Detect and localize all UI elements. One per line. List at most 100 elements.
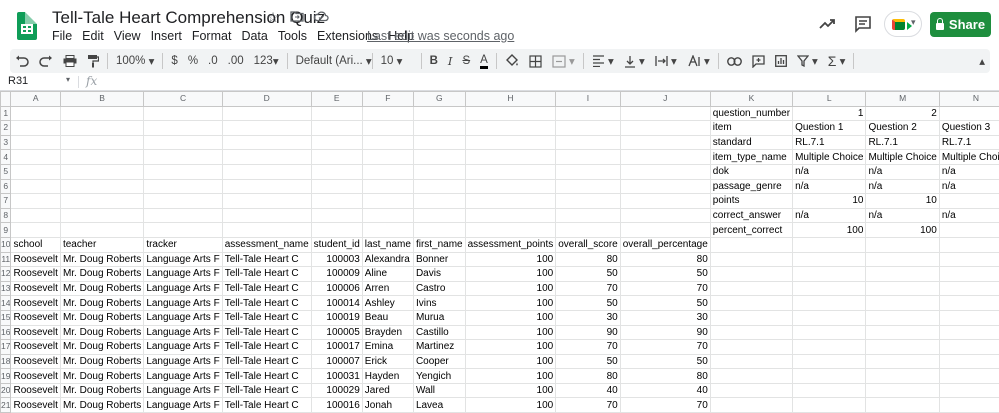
cell-f20[interactable]: Jared <box>361 382 414 399</box>
cell-h6[interactable] <box>464 178 557 195</box>
currency-format-button[interactable]: $ <box>166 49 182 73</box>
cell-e7[interactable] <box>310 193 363 209</box>
column-header-f[interactable]: F <box>361 91 414 107</box>
cell-j19[interactable]: 80 <box>619 368 711 384</box>
cell-a16[interactable]: Roosevelt <box>10 324 61 341</box>
row-header[interactable]: 4 <box>0 149 12 165</box>
cell-n6[interactable]: n/a <box>938 178 999 195</box>
cell-i4[interactable] <box>555 149 621 165</box>
cell-k11[interactable] <box>709 251 794 268</box>
cell-h11[interactable]: 100 <box>464 251 557 268</box>
cell-f14[interactable]: Ashley <box>361 295 414 311</box>
cell-g3[interactable] <box>412 134 466 151</box>
sheets-logo-icon[interactable] <box>17 12 37 40</box>
cell-h20[interactable]: 100 <box>464 382 557 399</box>
percent-format-button[interactable]: % <box>183 49 203 73</box>
insert-chart-icon[interactable] <box>770 49 792 73</box>
row-header[interactable]: 21 <box>0 397 12 413</box>
cell-i19[interactable]: 80 <box>555 368 621 384</box>
cell-e8[interactable] <box>310 207 363 224</box>
cell-g8[interactable] <box>412 207 466 224</box>
cell-h8[interactable] <box>464 207 557 224</box>
column-header-j[interactable]: J <box>619 91 711 107</box>
cell-m1[interactable]: 2 <box>865 105 940 122</box>
cell-d19[interactable]: Tell-Tale Heart C <box>221 368 312 384</box>
merge-cells-icon[interactable]: ▾ <box>547 49 580 73</box>
cell-c9[interactable] <box>143 222 223 238</box>
cell-f21[interactable]: Jonah <box>361 397 414 413</box>
row-header[interactable]: 9 <box>0 222 12 238</box>
cell-f15[interactable]: Beau <box>361 309 414 326</box>
cell-e17[interactable]: 100017 <box>310 339 363 355</box>
cell-j9[interactable] <box>619 222 711 238</box>
cell-g2[interactable] <box>412 120 466 136</box>
cell-h9[interactable] <box>464 222 557 238</box>
share-button[interactable]: Share <box>930 12 991 37</box>
cell-j12[interactable]: 50 <box>619 266 711 282</box>
cell-k3[interactable]: standard <box>709 134 794 151</box>
column-header-i[interactable]: I <box>555 91 621 107</box>
cell-b20[interactable]: Mr. Doug Roberts <box>59 382 145 399</box>
cell-e14[interactable]: 100014 <box>310 295 363 311</box>
cell-i2[interactable] <box>555 120 621 136</box>
cell-h21[interactable]: 100 <box>464 397 557 413</box>
menu-view[interactable]: View <box>114 29 141 43</box>
cell-b16[interactable]: Mr. Doug Roberts <box>59 324 145 341</box>
star-icon[interactable]: ☆ <box>264 9 282 26</box>
cell-k8[interactable]: correct_answer <box>709 207 794 224</box>
cell-g4[interactable] <box>412 149 466 165</box>
cell-a4[interactable] <box>10 149 61 165</box>
cell-c19[interactable]: Language Arts F <box>143 368 223 384</box>
cell-b9[interactable] <box>59 222 145 238</box>
cell-a14[interactable]: Roosevelt <box>10 295 61 311</box>
cell-k10[interactable] <box>709 236 794 253</box>
cell-m10[interactable] <box>865 236 940 253</box>
cell-a11[interactable]: Roosevelt <box>10 251 61 268</box>
cell-i21[interactable]: 70 <box>555 397 621 413</box>
meet-button[interactable]: ▾ <box>884 11 922 37</box>
cell-i14[interactable]: 50 <box>555 295 621 311</box>
cell-e15[interactable]: 100019 <box>310 309 363 326</box>
cell-h14[interactable]: 100 <box>464 295 557 311</box>
cell-i3[interactable] <box>555 134 621 151</box>
font-select[interactable]: Default (Ari... ▾ <box>291 49 372 73</box>
cell-k21[interactable] <box>709 397 794 413</box>
cell-a8[interactable] <box>10 207 61 224</box>
text-rotation-icon[interactable]: ▾ <box>682 49 715 73</box>
cell-c20[interactable]: Language Arts F <box>143 382 223 399</box>
cell-j7[interactable] <box>619 193 711 209</box>
cell-c6[interactable] <box>143 178 223 195</box>
bold-button[interactable]: B <box>425 49 443 73</box>
cell-f7[interactable] <box>361 193 414 209</box>
cell-m9[interactable]: 100 <box>865 222 940 238</box>
cell-d15[interactable]: Tell-Tale Heart C <box>221 309 312 326</box>
cell-a15[interactable]: Roosevelt <box>10 309 61 326</box>
cell-m7[interactable]: 10 <box>865 193 940 209</box>
cell-k2[interactable]: item <box>709 120 794 136</box>
cell-c14[interactable]: Language Arts F <box>143 295 223 311</box>
cell-j17[interactable]: 70 <box>619 339 711 355</box>
cell-g20[interactable]: Wall <box>412 382 466 399</box>
column-header-l[interactable]: L <box>792 91 867 107</box>
cell-k18[interactable] <box>709 353 794 370</box>
spreadsheet-grid[interactable]: ABCDEFGHIJKLMN 1 question_number 1 2 2 item Qu… <box>0 91 999 413</box>
cell-j15[interactable]: 30 <box>619 309 711 326</box>
cell-l4[interactable]: Multiple Choice <box>792 149 867 165</box>
cell-i8[interactable] <box>555 207 621 224</box>
cell-f3[interactable] <box>361 134 414 151</box>
cell-a12[interactable]: Roosevelt <box>10 266 61 282</box>
cell-m16[interactable] <box>865 324 940 341</box>
cell-i15[interactable]: 30 <box>555 309 621 326</box>
column-header-d[interactable]: D <box>221 91 312 107</box>
cell-a17[interactable]: Roosevelt <box>10 339 61 355</box>
row-header[interactable]: 8 <box>0 207 12 224</box>
cell-d9[interactable] <box>221 222 312 238</box>
cell-c16[interactable]: Language Arts F <box>143 324 223 341</box>
cell-l10[interactable] <box>792 236 867 253</box>
cell-j14[interactable]: 50 <box>619 295 711 311</box>
cell-l11[interactable] <box>792 251 867 268</box>
cell-c7[interactable] <box>143 193 223 209</box>
more-formats-button[interactable]: 123 ▾ <box>249 49 284 73</box>
cell-m17[interactable] <box>865 339 940 355</box>
cell-n12[interactable] <box>938 266 999 282</box>
